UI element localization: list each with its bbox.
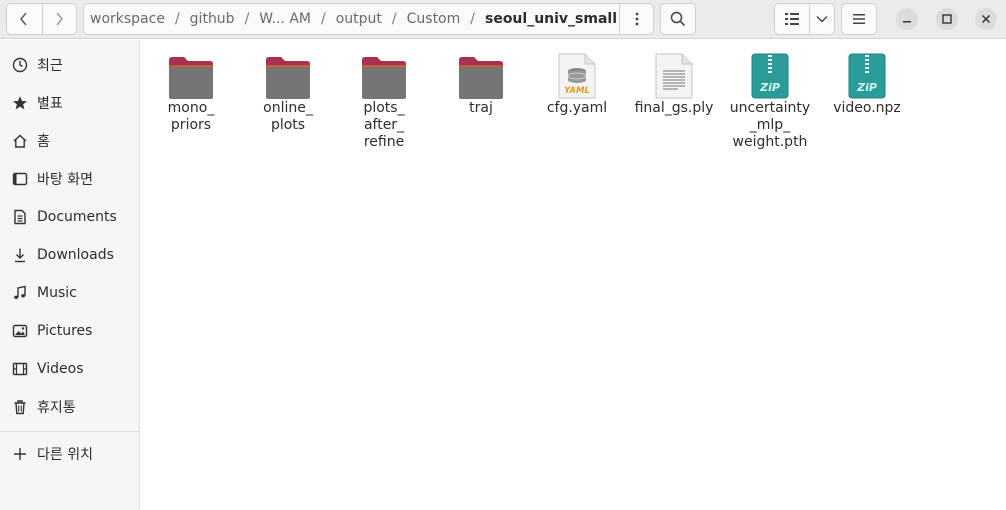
video-icon [11, 360, 29, 378]
picture-icon [11, 322, 29, 340]
chevron-left-icon [20, 12, 27, 26]
chevron-right-icon [56, 12, 64, 26]
breadcrumb-separator: / [321, 11, 326, 27]
sidebar-item-home[interactable]: 홈 [0, 123, 139, 159]
download-icon [11, 246, 29, 264]
file-item[interactable]: plots_ after_ refine [336, 48, 432, 151]
file-name: mono_ priors [167, 100, 215, 133]
music-icon [11, 284, 29, 302]
folder-icon [262, 48, 314, 100]
sidebar-item-label: 별표 [37, 96, 63, 112]
sidebar-item-other-locations[interactable]: 다른 위치 [0, 436, 139, 472]
file-item[interactable]: final_gs.ply [626, 48, 722, 117]
sidebar-item-label: 홈 [37, 134, 50, 150]
file-name: cfg.yaml [546, 100, 608, 116]
view-toggle [774, 3, 835, 35]
file-name: uncertainty _mlp_ weight.pth [729, 100, 811, 150]
chevron-down-icon [816, 16, 828, 23]
file-name: traj [469, 100, 493, 116]
svg-text:YAML: YAML [564, 86, 590, 96]
sidebar-item-label: Pictures [37, 323, 93, 339]
minimize-icon [903, 21, 911, 23]
file-name: plots_ after_ refine [363, 100, 405, 150]
file-item[interactable]: online_ plots [240, 48, 336, 134]
home-icon [11, 132, 29, 150]
trash-icon [11, 398, 29, 416]
yaml-file-icon: YAML [551, 48, 603, 100]
breadcrumb-separator: / [174, 11, 180, 27]
main-menu-button[interactable] [841, 3, 877, 35]
breadcrumb-separator: / [470, 11, 475, 27]
zip-archive-icon: ZiP [744, 48, 796, 100]
breadcrumb-w-am[interactable]: W... AM [256, 11, 314, 27]
clock-icon [11, 56, 29, 74]
file-item[interactable]: mono_ priors [143, 48, 239, 134]
breadcrumb-github[interactable]: github [187, 11, 238, 27]
sidebar-divider [0, 431, 139, 432]
sidebar-item-label: Documents [37, 209, 117, 225]
file-item[interactable]: traj [433, 48, 529, 117]
hamburger-menu-icon [853, 14, 865, 24]
breadcrumb-separator: / [391, 11, 397, 27]
folder-icon [165, 48, 217, 100]
breadcrumb-output[interactable]: output [333, 11, 385, 27]
list-view-icon [785, 13, 799, 25]
breadcrumb-separator: / [244, 11, 250, 27]
sidebar-item-music[interactable]: Music [0, 275, 139, 311]
sidebar-item-documents[interactable]: Documents [0, 199, 139, 235]
sidebar-item-label: 최근 [37, 58, 63, 74]
sidebar-item-label: Videos [37, 361, 84, 377]
sidebar-item-label: 바탕 화면 [37, 172, 93, 188]
sidebar-item-label: Music [37, 285, 77, 301]
sidebar-item-downloads[interactable]: Downloads [0, 237, 139, 273]
plus-icon [11, 445, 29, 463]
zip-archive-icon: ZiP [841, 48, 893, 100]
breadcrumb-current-folder[interactable]: seoul_univ_small [482, 11, 619, 27]
vertical-dots-icon [635, 12, 638, 26]
sidebar-item-label: 휴지통 [37, 400, 76, 416]
path-bar: workspace / github / W... AM / output / … [83, 3, 654, 35]
svg-text:ZiP: ZiP [856, 81, 877, 94]
minimize-button[interactable] [896, 8, 918, 30]
forward-button[interactable] [41, 4, 77, 34]
breadcrumb: workspace / github / W... AM / output / … [84, 4, 619, 34]
back-button[interactable] [7, 4, 42, 34]
maximize-icon [942, 14, 952, 24]
folder-icon [358, 48, 410, 100]
close-icon [981, 14, 991, 24]
folder-icon [455, 48, 507, 100]
star-icon [11, 94, 29, 112]
maximize-button[interactable] [936, 8, 958, 30]
file-item[interactable]: YAML cfg.yaml [529, 48, 625, 117]
breadcrumb-custom[interactable]: Custom [404, 11, 464, 27]
file-name: online_ plots [263, 100, 313, 133]
file-name: final_gs.ply [634, 100, 714, 116]
navigation-buttons [6, 3, 77, 35]
path-menu-button[interactable] [619, 4, 653, 34]
search-icon [670, 11, 686, 27]
sidebar-item-label: 다른 위치 [37, 447, 93, 463]
sidebar-item-pictures[interactable]: Pictures [0, 313, 139, 349]
sidebar-item-label: Downloads [37, 247, 114, 263]
document-icon [11, 208, 29, 226]
svg-text:ZiP: ZiP [759, 81, 780, 94]
file-view: mono_ priors online_ plots plots_ after_… [141, 40, 1006, 510]
view-options-button[interactable] [809, 4, 834, 34]
sidebar-item-recent[interactable]: 최근 [0, 47, 139, 83]
sidebar-item-videos[interactable]: Videos [0, 351, 139, 387]
desktop-icon [11, 170, 29, 188]
close-button[interactable] [975, 8, 997, 30]
sidebar-item-starred[interactable]: 별표 [0, 85, 139, 121]
sidebar: 최근 별표 홈 바탕 화면 Documents Downloads Music … [0, 40, 140, 510]
file-item[interactable]: ZiP uncertainty _mlp_ weight.pth [722, 48, 818, 151]
list-view-button[interactable] [775, 4, 809, 34]
search-button[interactable] [660, 3, 696, 35]
sidebar-item-desktop[interactable]: 바탕 화면 [0, 161, 139, 197]
file-name: video.npz [833, 100, 901, 116]
header-bar: workspace / github / W... AM / output / … [0, 0, 1006, 39]
breadcrumb-workspace[interactable]: workspace [84, 11, 168, 27]
text-file-icon [648, 48, 700, 100]
sidebar-item-trash[interactable]: 휴지통 [0, 389, 139, 425]
file-item[interactable]: ZiP video.npz [819, 48, 915, 117]
